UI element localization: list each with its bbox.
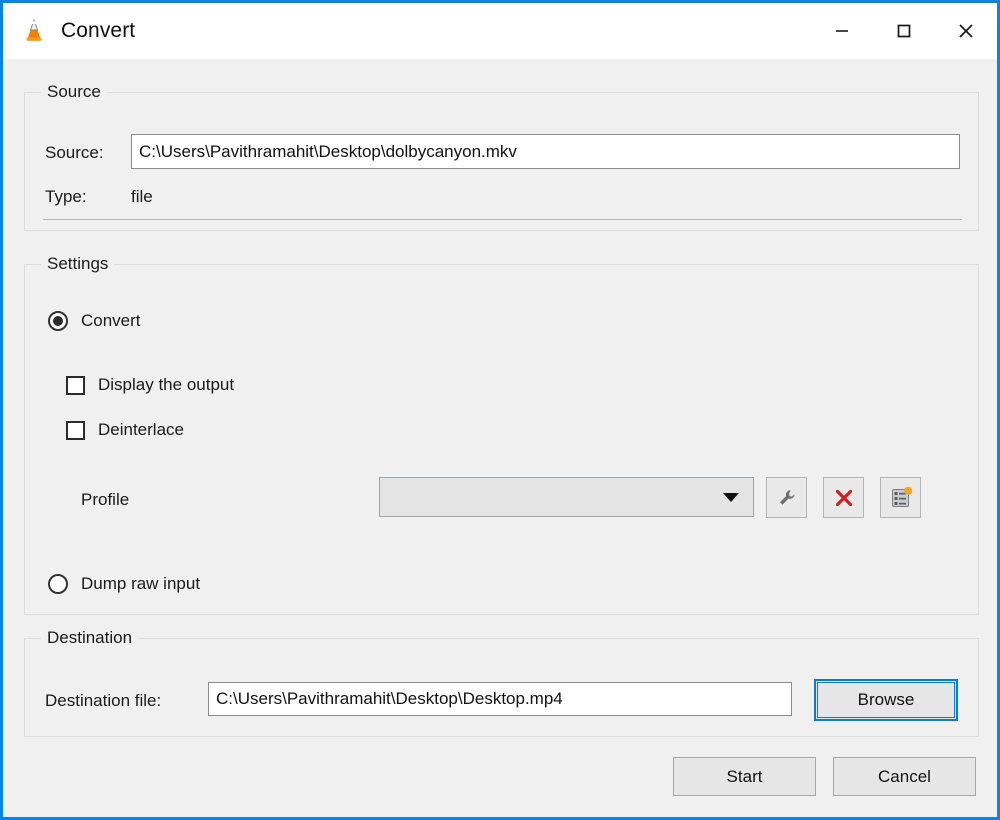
deinterlace-checkbox-row[interactable]: Deinterlace (66, 420, 184, 440)
maximize-button[interactable] (873, 3, 935, 59)
source-group: Source Source: Type: file (24, 82, 979, 231)
source-type-label: Type: (45, 187, 87, 206)
delete-profile-button[interactable] (823, 477, 864, 518)
deinterlace-checkbox[interactable] (66, 420, 85, 440)
convert-radio-button[interactable] (48, 311, 68, 331)
edit-profile-button[interactable] (766, 477, 807, 518)
settings-group-title: Settings (41, 254, 115, 274)
dump-raw-radio-button[interactable] (48, 574, 68, 594)
settings-group: Settings Convert Display the output Dein… (24, 254, 979, 615)
maximize-icon (897, 24, 911, 38)
display-output-checkbox-row[interactable]: Display the output (66, 375, 234, 395)
destination-file-label: Destination file: (45, 691, 162, 710)
cancel-button[interactable]: Cancel (833, 757, 976, 796)
titlebar: Convert (3, 3, 997, 59)
vlc-cone-icon (21, 18, 47, 44)
wrench-icon (779, 489, 795, 505)
convert-radio-row[interactable]: Convert (48, 311, 141, 331)
deinterlace-label: Deinterlace (98, 420, 184, 439)
display-output-checkbox[interactable] (66, 375, 85, 395)
red-x-icon (835, 489, 852, 506)
chevron-down-icon (723, 492, 739, 502)
source-path-label: Source: (45, 143, 104, 162)
profile-label: Profile (81, 490, 130, 509)
window-controls (811, 3, 997, 59)
display-output-label: Display the output (98, 375, 235, 394)
destination-file-input[interactable] (208, 682, 792, 716)
new-profile-button[interactable] (880, 477, 921, 518)
window-title: Convert (61, 19, 136, 42)
new-profile-list-icon (891, 486, 912, 507)
browse-button[interactable]: Browse (814, 679, 958, 721)
start-button[interactable]: Start (673, 757, 816, 796)
destination-group-title: Destination (41, 628, 139, 648)
close-icon (959, 24, 973, 38)
close-button[interactable] (935, 3, 997, 59)
dump-raw-radio-label: Dump raw input (81, 574, 201, 593)
source-separator (43, 219, 962, 220)
convert-radio-label: Convert (81, 311, 141, 330)
minimize-button[interactable] (811, 3, 873, 59)
source-type-value: file (131, 187, 153, 206)
dump-raw-radio-row[interactable]: Dump raw input (48, 574, 200, 594)
source-group-title: Source (41, 82, 107, 102)
convert-dialog-window: Convert Source Source: C:\Users\Pavithra… (0, 0, 1000, 820)
source-path-input[interactable] (131, 134, 960, 169)
minimize-icon (836, 30, 848, 32)
profile-select[interactable] (379, 477, 754, 517)
